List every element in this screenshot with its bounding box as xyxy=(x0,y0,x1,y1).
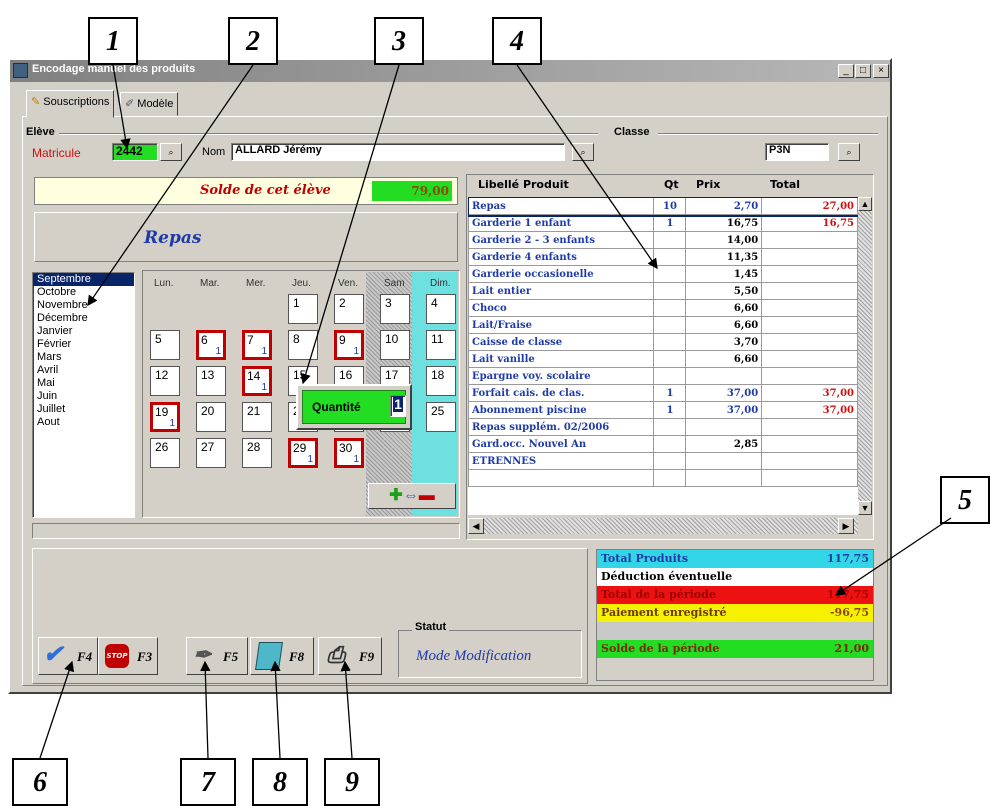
pen-icon: ✎ xyxy=(31,96,41,108)
tab-souscriptions[interactable]: ✎ Souscriptions xyxy=(26,90,115,118)
callout-arrows xyxy=(39,64,952,759)
